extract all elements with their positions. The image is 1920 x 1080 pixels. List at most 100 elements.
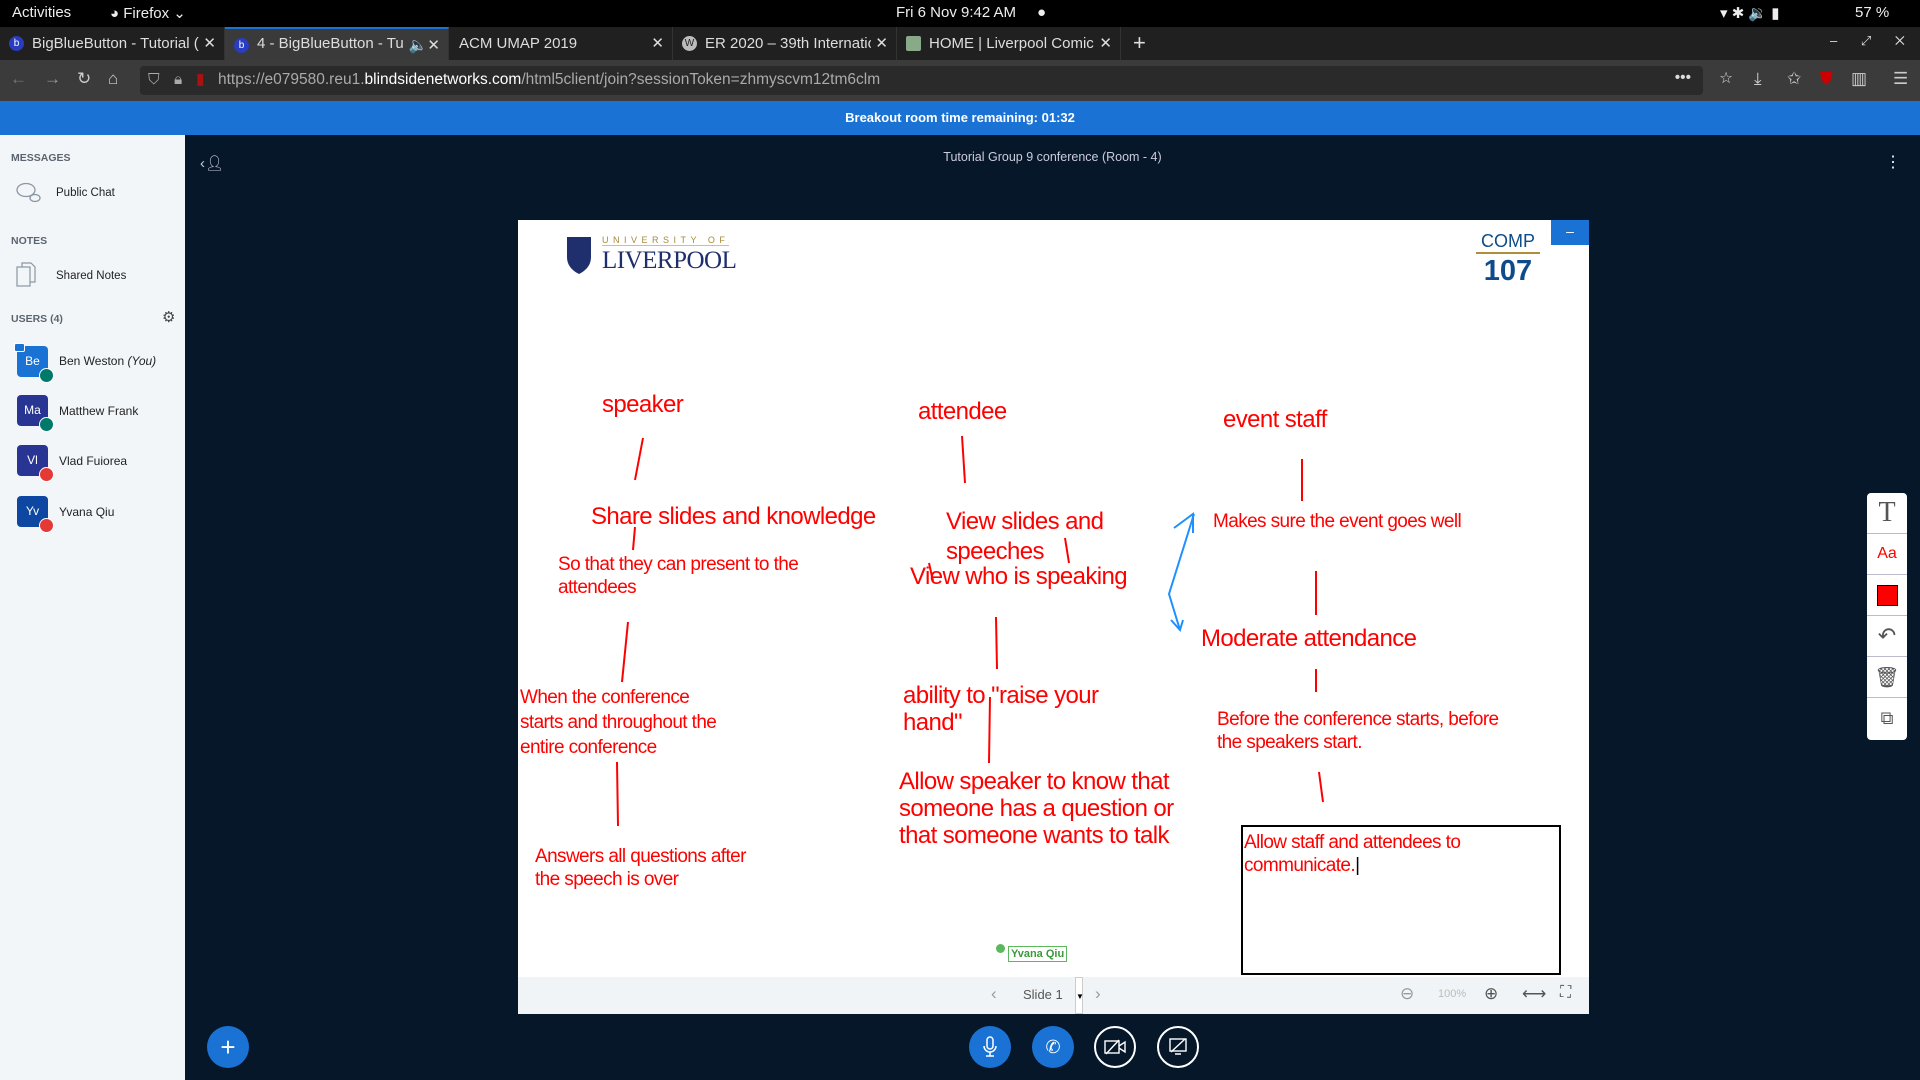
user-list-item[interactable]: Be Ben Weston (You) [0,343,185,383]
fit-width-icon[interactable]: ⟷ [1522,984,1546,1004]
actions-plus-button[interactable]: + [207,1026,249,1068]
annotation-stroke [634,437,644,481]
notes-header: NOTES [11,235,48,247]
page-actions-icon[interactable]: ••• [1675,69,1691,87]
breakout-timer-banner: Breakout room time remaining: 01:32 [0,101,1920,135]
tab-acm-umap[interactable]: ACM UMAP 2019 ✕ [449,27,673,60]
tab-liverpool-comic[interactable]: HOME | Liverpool Comic (✕ [897,27,1121,60]
tab-label: HOME | Liverpool Comic ( [929,35,1103,52]
clear-trash-icon[interactable]: 🗑︎ [1867,657,1907,698]
fullscreen-icon[interactable]: ⛶ [1560,984,1571,1002]
slide-selector[interactable]: Slide 1 [1023,987,1063,1002]
microphone-on-icon [39,368,54,383]
close-tab-icon[interactable]: 🔈✕ [404,36,440,54]
close-tab-icon[interactable]: ✕ [199,34,216,52]
annotation-share: Share slides and knowledge [591,503,876,530]
close-tab-icon[interactable]: ✕ [1095,34,1112,52]
avatar: Vl [17,445,54,482]
annotation-attendee: attendee [918,398,1007,425]
forward-icon[interactable]: → [44,69,61,89]
annotation-text-input[interactable]: Allow staff and attendees to communicate… [1241,825,1561,975]
system-tray-icons[interactable]: ▾ ✱ 🔉 ▮ [1720,4,1780,22]
clock[interactable]: Fri 6 Nov 9:42 AM [896,4,1016,21]
url-prefix: https://e079580.reu1. [218,71,365,88]
leave-audio-button[interactable]: ✆ [1032,1026,1074,1068]
multi-user-whiteboard-icon[interactable]: ⧉ [1867,698,1907,739]
bookmark-star-icon[interactable]: ☆ [1719,69,1733,88]
avatar: Ma [17,395,54,432]
shared-notes-item[interactable]: Shared Notes [0,260,185,290]
mute-button[interactable] [969,1026,1011,1068]
reload-icon[interactable]: ↻ [77,69,91,89]
home-icon[interactable]: ⌂ [108,69,118,89]
annotation-view-who: View who is speaking [910,563,1128,590]
avatar: Yv [17,496,54,533]
user-name: Ben Weston (You) [59,354,157,368]
back-icon[interactable]: ← [10,69,27,89]
text-input-line: communicate.| [1244,855,1360,876]
bbb-icon: b [234,38,249,53]
camera-off-icon [1104,1039,1126,1055]
wordpress-icon: W [682,36,697,51]
user-list-item[interactable]: Yv Yvana Qiu [0,496,185,536]
lock-icon[interactable]: 🔒︎ [174,71,182,89]
annotation-stroke [632,526,636,551]
screen-share-off-icon [1169,1038,1187,1055]
font-size-icon[interactable]: Aa [1867,534,1907,575]
undo-icon[interactable]: ↶ [1867,616,1907,657]
text-tool-icon[interactable]: T [1867,493,1907,534]
user-list-item[interactable]: Vl Vlad Fuiorea [0,445,185,485]
next-slide-button[interactable]: › [1095,984,1101,1004]
battery-level[interactable]: 57 % [1855,4,1889,21]
slide-dropdown-icon[interactable]: ▼ [1075,977,1084,1014]
user-list-item[interactable]: Ma Matthew Frank [0,394,185,434]
annotation-raise-hand: ability to "raise your hand" [903,682,1099,736]
notification-dot-icon: ● [1037,4,1047,21]
zoom-out-icon[interactable]: ⊖ [1400,984,1414,1004]
ublock-icon[interactable]: ⛊ [1820,69,1833,89]
close-tab-icon[interactable]: ✕ [651,34,664,52]
annotation-stroke [616,761,619,827]
close-tab-icon[interactable]: ✕ [871,34,888,52]
tab-bbb-tutorial[interactable]: b BigBlueButton - Tutorial (✕ [0,27,225,60]
phone-icon: ✆ [1045,1036,1061,1057]
microphone-permission-icon[interactable]: ▮ [196,70,205,89]
zoom-in-icon[interactable]: ⊕ [1484,984,1498,1004]
share-webcam-button[interactable] [1094,1026,1136,1068]
share-screen-button[interactable] [1157,1026,1199,1068]
user-settings-gear-icon[interactable]: ⚙ [162,308,175,326]
new-tab-button[interactable]: + [1133,30,1146,56]
shield-icon[interactable]: ⛉ [148,71,160,89]
tab-er2020[interactable]: W ER 2020 – 39th Internatio ✕ [673,27,897,60]
activities-button[interactable]: Activities [12,4,71,21]
tab-label: ACM UMAP 2019 [459,35,578,52]
tab-bar: b BigBlueButton - Tutorial (✕ b4 - BigBlu… [0,27,1920,60]
options-menu-icon[interactable]: ⋮ [1885,152,1901,172]
window-controls[interactable]: – ⤢ ✕ [1830,33,1905,49]
annotation-answers: Answers all questions after the speech is… [535,846,746,890]
public-chat-item[interactable]: Public Chat [0,178,185,208]
shared-notes-label: Shared Notes [56,270,127,282]
text-input-line: Allow staff and attendees to [1244,832,1461,853]
annotation-stroke [961,435,966,484]
downloads-icon[interactable]: ⤓ [1754,69,1762,89]
zoom-level: 100% [1438,988,1467,1000]
reader-icon[interactable]: ▥ [1851,69,1867,89]
annotation-allow-speaker: Allow speaker to know that someone has a … [899,768,1174,849]
chat-icon [16,182,41,203]
previous-slide-button[interactable]: ‹ [991,984,997,1004]
users-header: USERS (4) [11,313,63,325]
url-bar[interactable]: ⛉ 🔒︎ ▮ https://e079580.reu1.blindsidenet… [140,66,1733,95]
tab-label: ER 2020 – 39th Internatio [705,35,876,52]
annotation-moderate: Moderate attendance [1201,625,1417,652]
meeting-title: Tutorial Group 9 conference (Room - 4) [943,150,1162,164]
color-picker[interactable] [1867,575,1907,616]
messages-header: MESSAGES [11,152,71,164]
bookmarks-icon[interactable]: ✩ [1787,69,1801,89]
app-name: Firefox [123,5,170,22]
annotation-makes-sure: Makes sure the event goes well [1213,511,1462,532]
tab-bbb-room[interactable]: b 4 - BigBlueButton - Tu 🔈✕ [225,27,449,60]
presentation-slide[interactable]: UNIVERSITY OF LIVERPOOL COMP 107 – speak… [518,220,1589,1014]
firefox-menu[interactable]: ◕ Firefox ⌄ [110,4,186,22]
menu-icon[interactable]: ☰ [1893,69,1908,89]
